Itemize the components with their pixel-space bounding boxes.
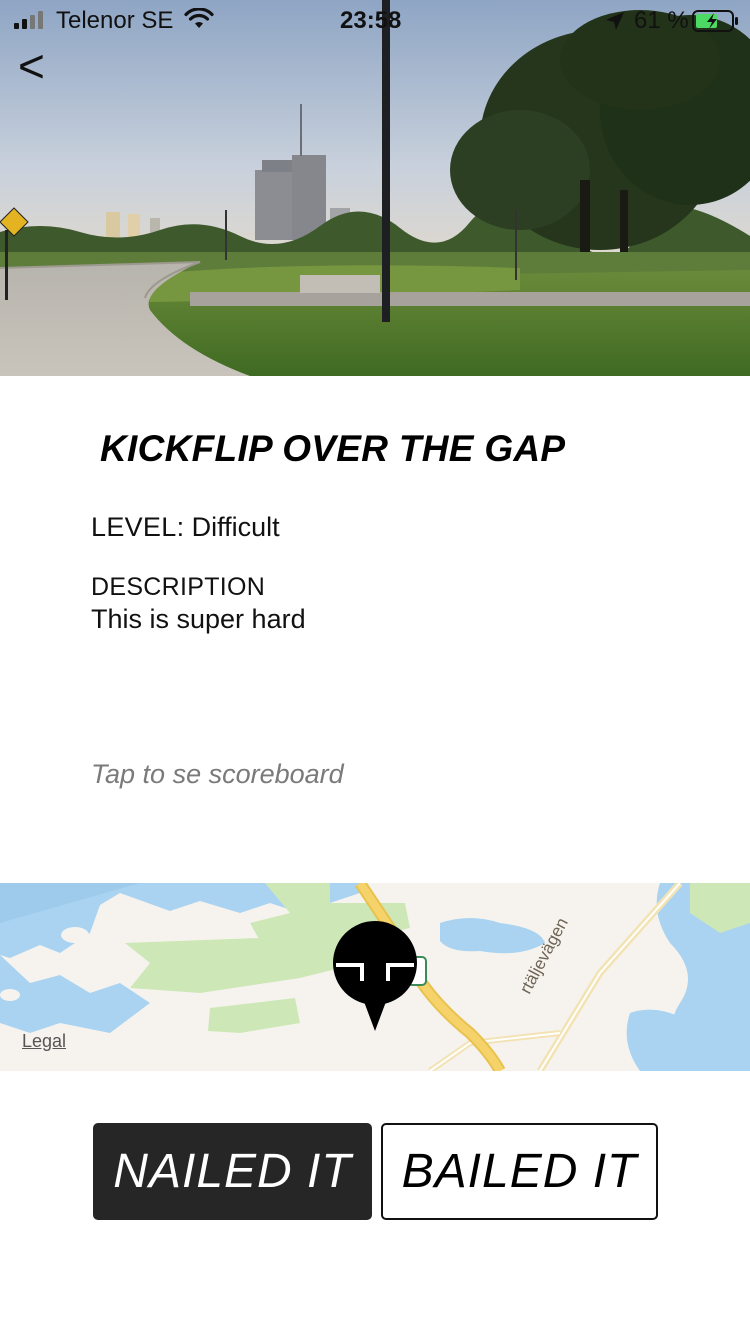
spot-photo xyxy=(0,0,750,376)
bailed-it-button[interactable]: BAILED IT xyxy=(381,1123,658,1220)
carrier-name: Telenor SE xyxy=(56,7,174,34)
wifi-icon xyxy=(184,7,214,37)
back-chevron-icon: < xyxy=(18,40,45,92)
status-bar: Telenor SE 23:58 61 % xyxy=(0,0,750,40)
level-value: Difficult xyxy=(191,512,280,542)
map-pin-icon[interactable] xyxy=(330,921,420,1033)
battery-icon xyxy=(692,9,740,40)
back-button[interactable]: < xyxy=(18,40,68,92)
scoreboard-link[interactable]: Tap to se scoreboard xyxy=(91,759,344,790)
level-separator: : xyxy=(176,512,192,542)
nailed-it-button[interactable]: NAILED IT xyxy=(93,1123,372,1220)
status-time: 23:58 xyxy=(340,7,402,34)
description-label: DESCRIPTION xyxy=(91,573,266,601)
battery-percent: 61 % xyxy=(634,7,689,34)
spot-title: KICKFLIP OVER THE GAP xyxy=(100,428,566,469)
spot-detail-screen: Telenor SE 23:58 61 % < KICKFLIP OVER TH… xyxy=(0,0,750,1334)
description-text: This is super hard xyxy=(91,604,306,634)
spot-map[interactable]: rtäljevägen Legal xyxy=(0,883,750,1071)
level-row: LEVEL: Difficult xyxy=(91,512,280,543)
location-arrow-icon xyxy=(604,10,626,39)
map-legal-link[interactable]: Legal xyxy=(22,1031,66,1052)
level-label: LEVEL xyxy=(91,512,177,542)
signal-icon xyxy=(14,11,43,29)
